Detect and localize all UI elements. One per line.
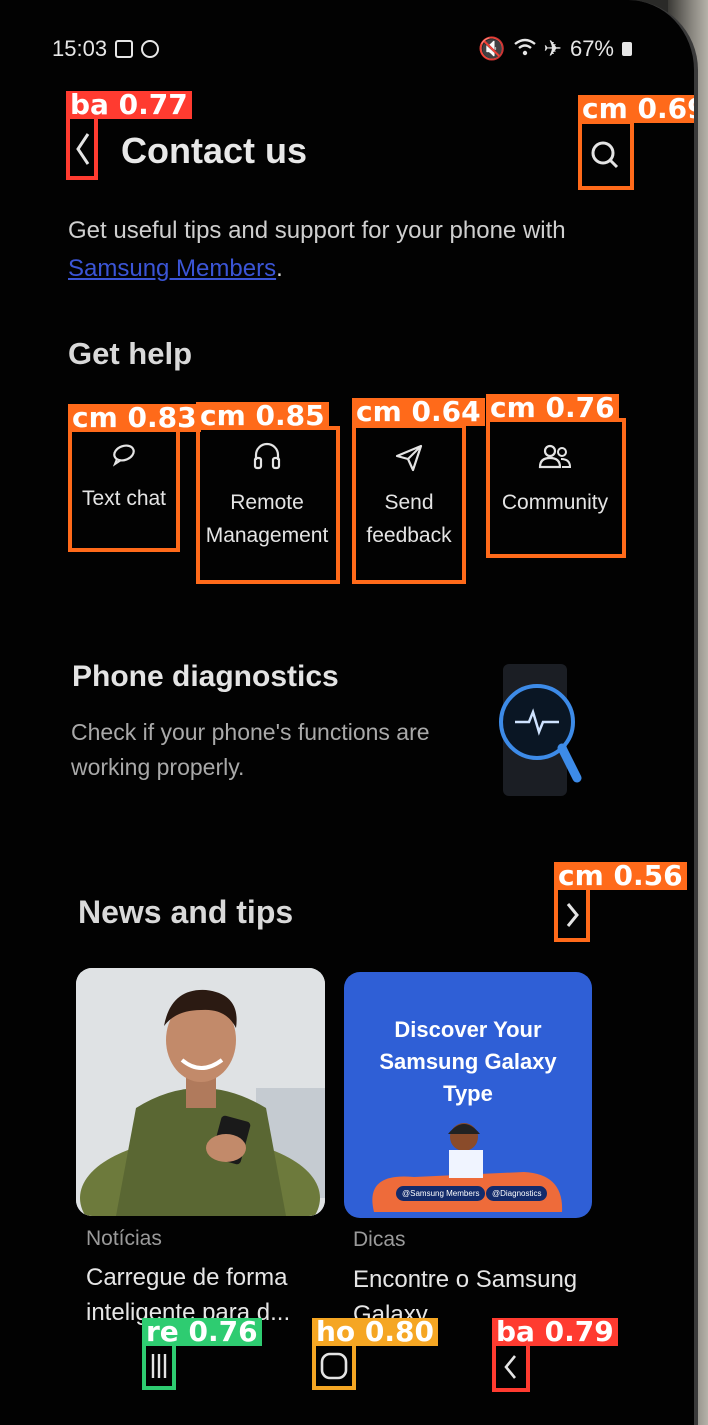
news-more-button[interactable]	[556, 890, 588, 940]
person-phone-photo	[76, 968, 325, 1216]
samsung-members-link[interactable]: Samsung Members	[68, 255, 276, 282]
back-button[interactable]	[68, 118, 98, 180]
chevron-left-icon	[76, 133, 90, 165]
detection-label-news-more: cm 0.56	[554, 862, 687, 890]
banner-line1: Discover Your	[394, 1017, 542, 1042]
people-icon	[538, 444, 572, 469]
remote-management-button[interactable]: Remote Management	[198, 440, 336, 552]
send-feedback-button[interactable]: Send feedback	[354, 440, 464, 552]
badge-diagnostics: @Diagnostics	[486, 1186, 548, 1201]
status-bar: 15:03 🔇 ✈ 67%	[52, 36, 632, 62]
phone-screen: 15:03 🔇 ✈ 67% Contact us Get useful tips…	[0, 0, 698, 1425]
get-help-heading: Get help	[68, 336, 193, 371]
mute-icon: 🔇	[478, 36, 506, 61]
chat-bubble-icon	[112, 444, 135, 467]
news-card-2-category: Dicas	[353, 1228, 406, 1251]
status-time: 15:03	[52, 36, 108, 61]
detection-label-remote: cm 0.85	[196, 402, 329, 430]
remote-label-line2: Management	[205, 524, 329, 547]
text-chat-button[interactable]: Text chat	[70, 440, 178, 515]
search-button[interactable]	[580, 122, 632, 188]
airplane-icon: ✈	[543, 36, 562, 61]
remote-label-line1: Remote	[230, 491, 304, 514]
send-label-line1: Send	[384, 491, 434, 514]
home-icon	[320, 1352, 348, 1380]
banner-line2: Samsung Galaxy	[379, 1049, 557, 1074]
paper-plane-icon	[395, 444, 423, 472]
detection-label-recents: re 0.76	[142, 1318, 262, 1346]
headset-icon	[253, 442, 281, 470]
detection-label-feedback: cm 0.64	[352, 398, 485, 426]
detection-label-nav-back: ba 0.79	[492, 1318, 618, 1346]
battery-icon	[622, 42, 632, 56]
sync-icon	[141, 40, 160, 58]
page-title: Contact us	[121, 130, 308, 171]
text-chat-label: Text chat	[81, 487, 167, 510]
news-heading: News and tips	[78, 894, 294, 930]
diagnostics-title: Phone diagnostics	[72, 660, 339, 693]
wifi-icon	[513, 36, 536, 62]
detection-label-back: ba 0.77	[66, 91, 192, 119]
detection-label-search: cm 0.69	[578, 95, 694, 123]
battery-percent: 67%	[569, 36, 614, 61]
detection-label-text-chat: cm 0.83	[68, 404, 201, 432]
community-label: Community	[501, 491, 609, 514]
search-icon	[591, 141, 619, 169]
intro-sentence: Get useful tips and support for your pho…	[68, 217, 566, 244]
badge-samsung-members: @Samsung Members	[396, 1186, 486, 1201]
recents-button[interactable]	[144, 1346, 174, 1386]
back-arrow-icon	[504, 1355, 517, 1379]
recents-icon	[151, 1354, 167, 1378]
detection-label-home: ho 0.80	[312, 1318, 439, 1346]
community-button[interactable]: Community	[488, 440, 622, 519]
diagnostics-description: Check if your phone's functions are work…	[71, 719, 430, 780]
message-icon	[115, 40, 134, 58]
magnifier-pulse-icon	[495, 660, 595, 800]
discover-banner-text: Discover Your Samsung Galaxy Type	[344, 1014, 592, 1110]
news-card-2-image[interactable]: Discover Your Samsung Galaxy Type @Samsu…	[344, 972, 592, 1218]
send-label-line2: feedback	[366, 524, 452, 547]
detection-label-community: cm 0.76	[486, 394, 619, 422]
nav-back-button[interactable]	[494, 1346, 528, 1388]
home-button[interactable]	[314, 1346, 354, 1386]
intro-text: Get useful tips and support for your pho…	[68, 212, 658, 288]
news-card-1-category: Notícias	[86, 1227, 162, 1250]
intro-suffix: .	[276, 255, 283, 282]
news-card-1-image[interactable]	[76, 968, 325, 1216]
chevron-right-icon	[566, 903, 579, 927]
